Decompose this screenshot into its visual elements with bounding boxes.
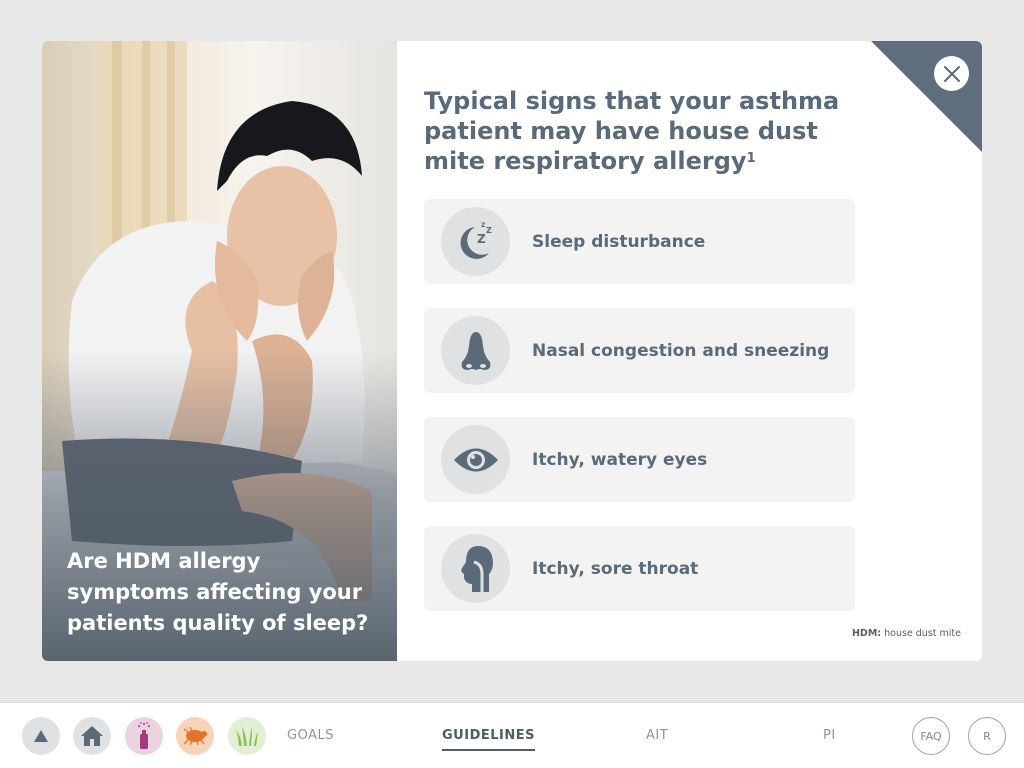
symptom-list: Z Z Z Sleep disturbance Nasal congestion… (424, 199, 855, 635)
hero-caption: Are HDM allergy symptoms affecting your … (67, 549, 369, 635)
nav-ait[interactable]: AIT (646, 728, 668, 743)
svg-text:Z: Z (477, 232, 486, 246)
content-panel: Typical signs that your asthma patient m… (424, 41, 982, 661)
up-arrow-icon (34, 730, 48, 742)
hero-image: Are HDM allergy symptoms affecting your … (42, 41, 397, 661)
active-tab-indicator (442, 749, 535, 751)
symptom-label: Sleep disturbance (532, 231, 706, 252)
symptom-card-sleep: Z Z Z Sleep disturbance (424, 199, 855, 284)
svg-text:Z: Z (486, 226, 492, 235)
footnote-text: house dust mite (884, 628, 961, 639)
dust-mite-icon (183, 726, 207, 746)
dust-mite-button[interactable] (176, 717, 214, 755)
grass-icon (236, 726, 258, 746)
symptom-label: Itchy, sore throat (532, 558, 699, 579)
eye-icon (441, 425, 510, 494)
throat-icon (441, 534, 510, 603)
spray-button[interactable] (125, 717, 163, 755)
faq-button[interactable]: FAQ (912, 717, 950, 755)
home-icon (81, 726, 103, 746)
page-title: Typical signs that your asthma patient m… (424, 86, 844, 176)
grass-button[interactable] (228, 717, 266, 755)
nav-guidelines[interactable]: GUIDELINES (442, 728, 535, 751)
scroll-up-button[interactable] (22, 717, 60, 755)
sleep-moon-icon: Z Z Z (441, 207, 510, 276)
info-modal: Are HDM allergy symptoms affecting your … (42, 41, 982, 661)
nav-goals[interactable]: GOALS (287, 728, 334, 743)
bottom-nav-bar: GOALS GUIDELINES AIT PI FAQ R (0, 702, 1024, 768)
symptom-card-throat: Itchy, sore throat (424, 526, 855, 611)
home-button[interactable] (73, 717, 111, 755)
nav-guidelines-label: GUIDELINES (442, 728, 535, 743)
nav-pi[interactable]: PI (823, 728, 836, 743)
footnote-abbr: HDM: (851, 628, 882, 639)
symptom-card-eye: Itchy, watery eyes (424, 417, 855, 502)
symptom-card-nose: Nasal congestion and sneezing (424, 308, 855, 393)
symptom-label: Itchy, watery eyes (532, 449, 708, 470)
title-reference: 1 (746, 151, 756, 166)
spray-bottle-icon (138, 722, 150, 749)
references-button[interactable]: R (968, 717, 1006, 755)
title-text: Typical signs that your asthma patient m… (424, 87, 840, 175)
svg-text:Z: Z (481, 222, 486, 229)
nose-icon (441, 316, 510, 385)
footnote: HDM: house dust mite (852, 628, 961, 639)
symptom-label: Nasal congestion and sneezing (532, 340, 830, 361)
